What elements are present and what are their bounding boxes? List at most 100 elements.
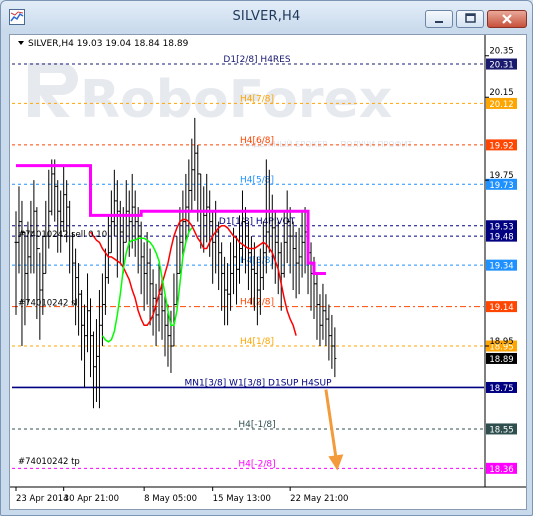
order-sl-label: #74010242 sl [18,298,78,308]
price-tag-label: 19.92 [489,141,513,151]
chart-area[interactable]: RoboForex НАДЕЖНЫЙ БРОКЕР — ПОЛУЧИ ПРОФИ… [9,26,527,510]
restore-icon [465,13,476,23]
price-bar [38,248,42,340]
price-bar [130,173,134,249]
time-tick-label: 22 May 21:00 [290,494,348,504]
price-bar [62,165,66,232]
price-bar [297,227,301,295]
price-bar [330,314,334,369]
price-bar [190,138,194,212]
price-bar [94,319,98,402]
price-bar [223,256,227,326]
price-bar [321,283,325,340]
price-bar [285,190,289,264]
level-label: H4[7/8] [240,94,274,104]
price-bar [145,231,149,305]
level-label: H4[6/8] [240,136,274,146]
price-tag-label: 20.31 [489,61,513,71]
price-bar [249,236,253,305]
price-bar [86,273,90,353]
price-bar [151,269,155,336]
price-bar [103,248,107,315]
price-bar [154,283,158,347]
price-bar [178,207,182,274]
price-bar [193,117,197,201]
price-bar [217,221,221,291]
close-button[interactable] [487,10,527,28]
price-bar [136,207,140,274]
price-tick-label: 20.35 [489,47,513,57]
price-bar [148,248,152,326]
time-tick-label: 15 May 13:00 [213,494,271,504]
order-tp-label: #74010242 tp [18,457,80,467]
forecast-arrow-shaft [324,389,338,461]
price-bar [91,331,95,409]
price-tag-label: 19.14 [489,303,513,313]
price-bar [291,221,295,291]
price-bar [175,236,179,306]
price-bar [226,263,230,326]
minimize-button[interactable] [425,10,453,28]
level-label: H4[+1/8] [236,35,278,36]
price-bar [172,273,176,347]
price-bar [124,180,128,243]
price-bar [240,190,244,264]
level-label: MN1[3/8] W1[3/8] D1SUP H4SUP [184,378,332,388]
price-bar [255,256,259,326]
price-bar [327,304,331,361]
price-bar [300,211,304,278]
chart-header: SILVER,H4 19.03 19.04 18.84 18.89 [28,39,189,49]
price-bar [53,159,57,222]
roboforex-watermark: RoboForex НАДЕЖНЫЙ БРОКЕР — ПОЛУЧИ ПРОФИ… [28,63,412,149]
roboforex-logo-icon [28,63,78,117]
price-bar [211,211,215,284]
level-label: H4[-1/8] [238,420,275,430]
price-bar [23,231,27,326]
price-tag-label: 19.34 [489,262,513,272]
price-bar [100,273,104,347]
price-bar [333,327,337,378]
price-bar [71,231,75,305]
price-tag-label: 18.36 [489,465,513,475]
price-tag-label: 19.48 [489,233,513,243]
price-bar [115,180,119,278]
price-chart[interactable]: RoboForex НАДЕЖНЫЙ БРОКЕР — ПОЛУЧИ ПРОФИ… [10,26,526,509]
price-bar [59,190,63,253]
price-tag-label: 20.12 [489,100,513,110]
price-bar [309,242,313,311]
price-tick-label: 19.75 [489,171,513,181]
price-bar [109,190,113,254]
price-bar [235,236,239,305]
price-bar [202,186,206,253]
price-bar [133,190,137,257]
title-bar[interactable]: SILVER,H4 [1,1,532,33]
restore-button[interactable] [456,10,484,28]
header-triangle-icon [18,41,24,45]
price-bar [318,294,322,347]
price-bar [229,242,233,311]
price-bar [324,294,328,347]
price-bar [303,207,307,274]
level-label: D1[2/8] H4RES [223,55,290,65]
close-icon [502,14,512,24]
watermark-text: RoboForex [80,70,392,130]
price-bar [50,159,54,216]
time-tick-label: 30 Apr 21:00 [64,494,119,504]
price-bar [32,180,36,274]
price-bar [97,290,101,409]
price-bar [220,242,224,311]
price-bar [276,221,280,295]
price-bar [20,200,24,347]
level-label: H4[-2/8] [238,459,275,469]
price-bar [80,290,84,361]
current-price-label: 18.89 [489,355,513,365]
price-tag-label: 19.73 [489,181,513,191]
order-sell-label: #74010242 sell 0.10 [18,230,107,240]
price-tag-label: 18.75 [489,384,513,394]
price-tick-label: 20.15 [489,88,513,98]
time-tick-label: 23 Apr 2014 [16,494,69,504]
price-tag-label: 18.55 [489,425,513,435]
level-label: H4[1/8] [240,337,274,347]
price-bar [232,227,236,295]
minimize-icon [435,21,443,23]
